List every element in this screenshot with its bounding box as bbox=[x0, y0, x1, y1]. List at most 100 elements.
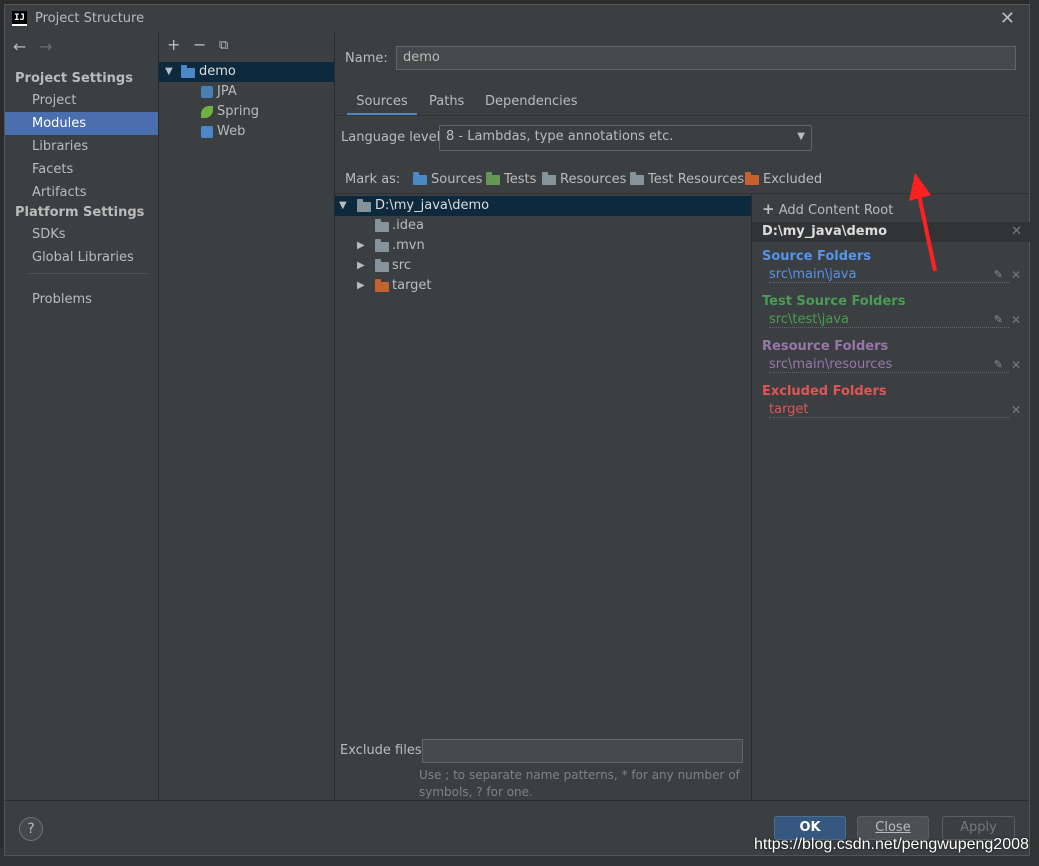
folder-icon bbox=[357, 198, 371, 212]
mark-as-label: Mark as: bbox=[345, 172, 401, 187]
test-source-folders-title: Test Source Folders bbox=[762, 294, 906, 309]
tests-folder-icon bbox=[486, 171, 500, 185]
resource-folder-item[interactable]: src\main\resources bbox=[769, 357, 1009, 373]
close-window-icon[interactable]: ✕ bbox=[1000, 8, 1015, 29]
module-folder-icon bbox=[181, 64, 195, 78]
exclude-files-hint: Use ; to separate name patterns, * for a… bbox=[419, 768, 740, 799]
forward-arrow-icon[interactable]: → bbox=[39, 37, 52, 56]
content-root-header: D:\my_java\demo ✕ bbox=[752, 222, 1030, 242]
mark-test-resources-button[interactable]: Test Resources bbox=[630, 171, 744, 187]
tree-item-label: src bbox=[392, 258, 411, 273]
language-level-value: 8 - Lambdas, type annotations etc. bbox=[446, 129, 674, 144]
red-annotation-arrow-icon bbox=[909, 173, 937, 272]
remove-icon[interactable]: ✕ bbox=[1011, 403, 1021, 417]
jpa-icon bbox=[201, 86, 213, 98]
facet-spring[interactable]: Spring bbox=[159, 102, 334, 122]
remove-root-icon[interactable]: ✕ bbox=[1011, 222, 1022, 242]
plus-icon: + bbox=[762, 200, 775, 218]
excluded-folder-item[interactable]: target bbox=[769, 402, 1009, 418]
test-resources-folder-icon bbox=[630, 171, 644, 185]
content-tree: ▼ D:\my_java\demo .idea ▶ .mvn ▶ src ▶ t… bbox=[335, 193, 751, 733]
web-icon bbox=[201, 126, 213, 138]
tree-row-target[interactable]: ▶ target bbox=[335, 276, 751, 296]
resource-folders-title: Resource Folders bbox=[762, 339, 889, 354]
sidebar-item-modules[interactable]: Modules bbox=[5, 112, 158, 135]
copy-module-icon[interactable]: ⧉ bbox=[219, 38, 228, 53]
platform-settings-heading: Platform Settings bbox=[15, 205, 145, 220]
project-settings-heading: Project Settings bbox=[15, 71, 133, 86]
project-structure-dialog: IJ Project Structure ✕ ← → Project Setti… bbox=[4, 4, 1030, 856]
collapsed-arrow-icon[interactable]: ▶ bbox=[357, 256, 365, 276]
exclude-files-field[interactable] bbox=[422, 739, 743, 763]
tab-sources[interactable]: Sources bbox=[347, 88, 417, 116]
settings-sidebar: ← → Project Settings Project Modules Lib… bbox=[5, 33, 159, 800]
remove-icon[interactable]: ✕ bbox=[1011, 313, 1021, 327]
sidebar-item-project[interactable]: Project bbox=[5, 89, 158, 112]
name-label: Name: bbox=[345, 51, 388, 66]
remove-module-icon[interactable]: − bbox=[193, 35, 206, 54]
mark-resources-button[interactable]: Resources bbox=[542, 171, 626, 187]
edit-pencil-icon[interactable]: ✎ bbox=[994, 268, 1003, 281]
excluded-folders-title: Excluded Folders bbox=[762, 384, 887, 399]
folder-icon bbox=[375, 238, 389, 252]
sidebar-item-problems[interactable]: Problems bbox=[5, 288, 158, 311]
sidebar-item-artifacts[interactable]: Artifacts bbox=[5, 181, 158, 204]
language-level-label: Language level: bbox=[341, 130, 445, 145]
tree-row-idea[interactable]: .idea bbox=[335, 216, 751, 236]
editor-scrollbar bbox=[1029, 0, 1039, 866]
tree-row-src[interactable]: ▶ src bbox=[335, 256, 751, 276]
mark-sources-button[interactable]: Sources bbox=[413, 171, 482, 187]
dropdown-caret-icon: ▼ bbox=[797, 131, 805, 142]
tab-dependencies[interactable]: Dependencies bbox=[485, 88, 578, 116]
module-demo[interactable]: ▼ demo bbox=[159, 62, 334, 82]
module-settings-panel: Name: demo Sources Paths Dependencies La… bbox=[335, 33, 1030, 800]
tab-paths[interactable]: Paths bbox=[429, 88, 464, 116]
mark-tests-button[interactable]: Tests bbox=[486, 171, 536, 187]
mark-excluded-button[interactable]: Excluded bbox=[745, 171, 822, 187]
intellij-logo-icon: IJ bbox=[12, 11, 27, 26]
back-arrow-icon[interactable]: ← bbox=[13, 37, 26, 56]
tree-row-mvn[interactable]: ▶ .mvn bbox=[335, 236, 751, 256]
sidebar-item-global-libraries[interactable]: Global Libraries bbox=[5, 246, 158, 269]
edit-pencil-icon[interactable]: ✎ bbox=[994, 313, 1003, 326]
tabs-divider bbox=[335, 115, 1029, 116]
module-tree-panel: + − ⧉ ▼ demo JPA Spring Web bbox=[159, 33, 335, 800]
tree-item-label: target bbox=[392, 278, 432, 293]
excluded-folder-icon bbox=[375, 278, 389, 292]
tree-row-root[interactable]: ▼ D:\my_java\demo bbox=[335, 196, 751, 216]
remove-icon[interactable]: ✕ bbox=[1011, 358, 1021, 372]
collapsed-arrow-icon[interactable]: ▶ bbox=[357, 236, 365, 256]
excluded-folder-icon bbox=[745, 171, 759, 185]
language-level-select[interactable]: 8 - Lambdas, type annotations etc. ▼ bbox=[439, 125, 812, 151]
exclude-files-label: Exclude files: bbox=[340, 743, 427, 758]
add-content-root-button[interactable]: + Add Content Root bbox=[762, 200, 893, 218]
module-name-field[interactable]: demo bbox=[396, 46, 1016, 70]
sidebar-item-facets[interactable]: Facets bbox=[5, 158, 158, 181]
expanded-arrow-icon[interactable]: ▼ bbox=[339, 196, 347, 216]
expanded-arrow-icon[interactable]: ▼ bbox=[165, 62, 173, 82]
source-folders-title: Source Folders bbox=[762, 249, 872, 264]
spring-leaf-icon bbox=[201, 106, 213, 118]
module-demo-label: demo bbox=[199, 64, 236, 79]
resources-folder-icon bbox=[542, 171, 556, 185]
test-source-folder-item[interactable]: src\test\java bbox=[769, 312, 1009, 328]
watermark-text: https://blog.csdn.net/pengwupeng2008 bbox=[754, 836, 1029, 853]
edit-pencil-icon[interactable]: ✎ bbox=[994, 358, 1003, 371]
help-button[interactable]: ? bbox=[19, 817, 43, 841]
title-bar: IJ Project Structure ✕ bbox=[5, 5, 1029, 33]
source-folder-item[interactable]: src\main\java bbox=[769, 267, 1009, 283]
facet-jpa[interactable]: JPA bbox=[159, 82, 334, 102]
collapsed-arrow-icon[interactable]: ▶ bbox=[357, 276, 365, 296]
tree-item-label: .idea bbox=[392, 218, 424, 233]
sources-folder-icon bbox=[413, 171, 427, 185]
remove-icon[interactable]: ✕ bbox=[1011, 268, 1021, 282]
facet-jpa-label: JPA bbox=[217, 84, 237, 99]
folder-icon bbox=[375, 258, 389, 272]
add-module-icon[interactable]: + bbox=[167, 35, 180, 54]
facet-web-label: Web bbox=[217, 124, 246, 139]
tree-item-label: .mvn bbox=[392, 238, 425, 253]
facet-web[interactable]: Web bbox=[159, 122, 334, 142]
sidebar-item-libraries[interactable]: Libraries bbox=[5, 135, 158, 158]
content-root-panel: + Add Content Root D:\my_java\demo ✕ Sou… bbox=[751, 193, 1030, 800]
sidebar-item-sdks[interactable]: SDKs bbox=[5, 223, 158, 246]
